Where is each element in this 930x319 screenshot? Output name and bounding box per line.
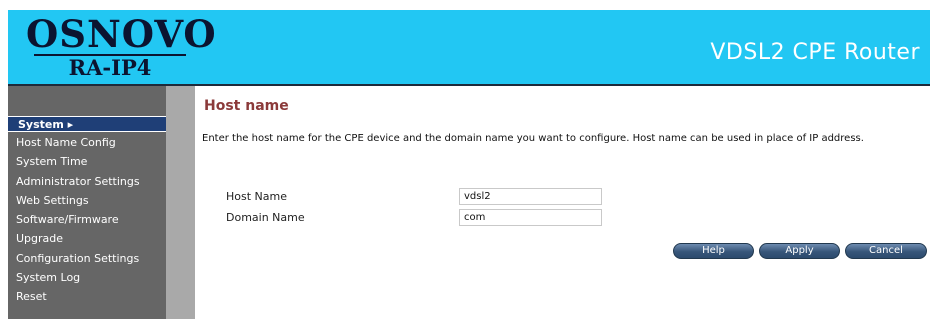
logo-brand-text: OSNOVO [26,12,217,56]
apply-button[interactable]: Apply [759,243,840,259]
osnovo-logo: OSNOVO RA-IP4 [26,12,217,80]
cancel-button[interactable]: Cancel [845,243,927,259]
sidebar-item-system-label: System [18,118,64,131]
domain-name-label: Domain Name [226,211,305,224]
sidebar-item-system-time[interactable]: System Time [8,152,166,171]
product-title: VDSL2 CPE Router [710,40,920,65]
sidebar-item-system[interactable]: System ▸ [8,116,166,132]
domain-name-input[interactable] [459,209,602,226]
host-name-label: Host Name [226,190,287,203]
sidebar-item-web-settings[interactable]: Web Settings [8,191,166,210]
page: OSNOVO RA-IP4 VDSL2 CPE Router System ▸ … [0,0,930,319]
page-title: Host name [204,98,289,114]
help-button[interactable]: Help [673,243,754,259]
header-banner: OSNOVO RA-IP4 VDSL2 CPE Router [8,10,930,84]
sidebar-item-configuration-settings[interactable]: Configuration Settings [8,249,166,268]
host-name-input[interactable] [459,188,602,205]
arrow-right-icon: ▸ [67,118,74,131]
sidebar-item-software-firmware[interactable]: Software/Firmware [8,210,166,229]
sidebar-menu: Host Name Config System Time Administrat… [8,133,166,307]
page-description: Enter the host name for the CPE device a… [202,133,864,144]
sidebar-item-system-log[interactable]: System Log [8,268,166,287]
sidebar-item-upgrade[interactable]: Upgrade [8,229,166,248]
sidebar-item-host-name-config[interactable]: Host Name Config [8,133,166,152]
logo-model-text: RA-IP4 [68,55,152,80]
sidebar-item-reset[interactable]: Reset [8,287,166,306]
sidebar-item-administrator-settings[interactable]: Administrator Settings [8,172,166,191]
sidebar-gutter [166,86,195,319]
sidebar: System ▸ Host Name Config System Time Ad… [8,86,166,319]
